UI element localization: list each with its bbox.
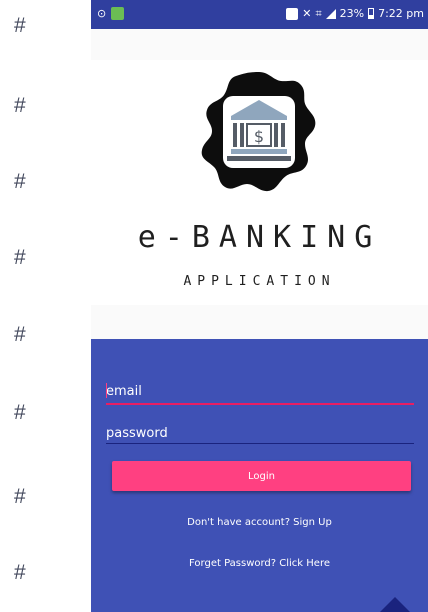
account-icon: ⊙ bbox=[97, 6, 107, 20]
hash-mark: # bbox=[14, 170, 26, 193]
svg-text:$: $ bbox=[254, 127, 264, 146]
forgot-password-link[interactable]: Forget Password? Click Here bbox=[91, 558, 428, 569]
app-notification-icon bbox=[111, 7, 125, 20]
hash-mark: # bbox=[14, 94, 26, 117]
password-field[interactable] bbox=[106, 421, 414, 445]
email-underline bbox=[106, 403, 414, 405]
brand-header: $ e-BANKING APPLICATION bbox=[91, 60, 428, 305]
hash-mark: # bbox=[14, 401, 26, 424]
login-button[interactable]: Login bbox=[112, 461, 411, 491]
bank-icon: $ bbox=[201, 72, 316, 192]
battery-percent: 23% bbox=[339, 7, 365, 20]
text-cursor bbox=[106, 383, 107, 398]
status-bar: ⊙ ✕ ⌗ 23% 7:22 pm bbox=[91, 0, 428, 29]
wifi-icon: ⌗ bbox=[315, 6, 322, 20]
login-panel: Login Don't have account? Sign Up Forget… bbox=[91, 339, 428, 612]
signal-icon bbox=[325, 8, 336, 19]
status-left: ⊙ bbox=[97, 6, 125, 20]
phone-screen: ⊙ ✕ ⌗ 23% 7:22 pm $ e-BANKING APPLICATIO… bbox=[91, 0, 428, 612]
signup-link[interactable]: Don't have account? Sign Up bbox=[91, 517, 428, 528]
alarm-icon bbox=[286, 7, 299, 20]
hash-mark: # bbox=[14, 246, 26, 269]
email-field[interactable] bbox=[106, 379, 414, 403]
hash-mark: # bbox=[14, 323, 26, 346]
scroll-indicator bbox=[379, 597, 411, 612]
password-underline bbox=[106, 443, 414, 444]
brand-subtitle: APPLICATION bbox=[183, 274, 336, 289]
brand-title: e-BANKING bbox=[137, 220, 382, 255]
status-right: ✕ ⌗ 23% 7:22 pm bbox=[286, 7, 424, 20]
hash-mark: # bbox=[14, 561, 26, 584]
mute-icon: ✕ bbox=[302, 6, 312, 20]
hash-mark: # bbox=[14, 14, 26, 37]
hash-mark: # bbox=[14, 485, 26, 508]
battery-icon bbox=[368, 8, 375, 19]
clock: 7:22 pm bbox=[378, 7, 424, 20]
left-gutter: # # # # # # # # bbox=[0, 0, 90, 612]
